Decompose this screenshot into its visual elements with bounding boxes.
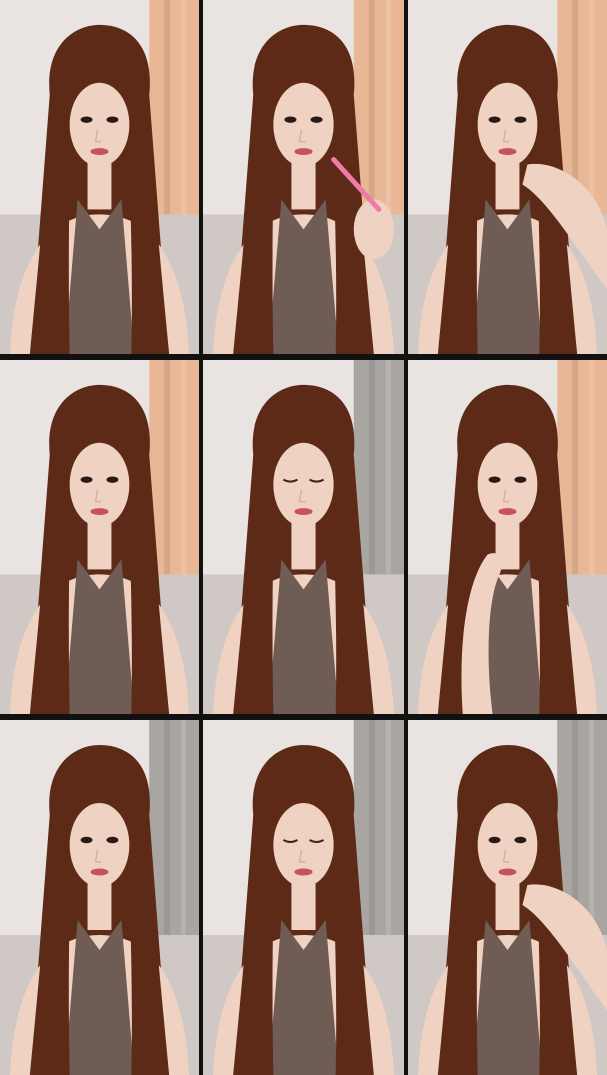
eye [488,476,501,483]
photo-collage-grid [0,0,607,1075]
eye [80,476,93,483]
eye [106,116,119,123]
neck [291,519,316,570]
lips [294,868,313,876]
neck [495,880,520,930]
photo-svg [408,360,607,714]
photo-tile [408,360,607,714]
eye [514,836,527,844]
lips [498,508,517,516]
photo-tile [0,0,199,354]
photo-tile [408,720,607,1075]
neck [87,519,112,570]
photo-svg [408,720,607,1075]
hand [353,199,394,260]
photo-svg [0,720,199,1075]
lips [294,508,313,516]
photo-tile [203,360,404,714]
eye [106,476,119,483]
photo-tile [0,720,199,1075]
photo-tile [203,720,404,1075]
photo-tile [408,0,607,354]
neck [291,880,316,930]
eye [80,836,93,844]
eye [310,116,323,123]
lips [294,148,313,156]
lips [498,868,517,876]
neck [87,159,112,210]
lips [90,148,109,156]
photo-svg [203,360,404,714]
photo-svg [203,720,404,1075]
eye [80,116,93,123]
lips [90,508,109,516]
photo-svg [0,360,199,714]
lips [498,148,517,156]
photo-tile [203,0,404,354]
neck [291,159,316,210]
photo-svg [203,0,404,354]
neck [495,159,520,210]
lips [90,868,109,876]
eye [514,476,527,483]
eye [488,836,501,844]
eye [284,116,297,123]
photo-svg [408,0,607,354]
photo-tile [0,360,199,714]
neck [87,880,112,930]
eye [514,116,527,123]
eye [106,836,119,844]
eye [488,116,501,123]
photo-svg [0,0,199,354]
